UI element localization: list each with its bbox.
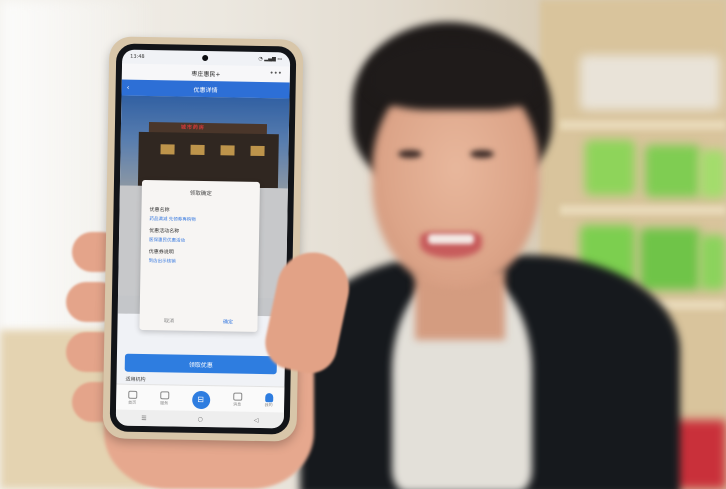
home-button-icon[interactable]: ○ [198, 415, 203, 422]
nav-item-profile[interactable]: 我的 [265, 393, 273, 408]
dialog-field-value: 到店出示核销 [148, 259, 176, 265]
section-label: 适用机构 [125, 376, 146, 384]
cancel-button[interactable]: 取消 [164, 317, 174, 324]
hair-fringe [368, 40, 540, 110]
app-title: 枣庄惠民+ [191, 70, 221, 78]
dialog-title: 领取确定 [189, 190, 212, 198]
profile-icon [264, 393, 273, 403]
nav-label: 消息 [233, 401, 242, 407]
back-arrow-icon[interactable]: ‹ [127, 84, 130, 92]
scan-icon: ⊟ [191, 390, 210, 409]
camera-icon [202, 54, 209, 62]
nav-label: 首页 [128, 399, 137, 405]
dialog-field-label: 优惠名称 [149, 207, 170, 214]
nav-item-messages[interactable]: 消息 [232, 392, 242, 408]
nav-label: 我的 [264, 402, 273, 408]
nav-label: 服务 [160, 400, 169, 406]
right-eye [470, 150, 494, 158]
phone-screen: 13:48 ◔ ▂▄▆ ▭ 枣庄惠民+ ••• ‹ 优惠详情 城市药房 领取确定… [115, 49, 291, 429]
dialog-field-label: 优惠活动名称 [149, 228, 180, 235]
dialog-buttons: 取消 确定 [140, 317, 258, 326]
smartphone: 13:48 ◔ ▂▄▆ ▭ 枣庄惠民+ ••• ‹ 优惠详情 城市药房 领取确定… [102, 36, 304, 442]
nav-item-home[interactable]: 首页 [127, 390, 137, 406]
menu-icon[interactable]: ☰ [141, 414, 147, 421]
status-time: 13:48 [130, 53, 145, 60]
nav-item-center[interactable]: ⊟ [191, 390, 210, 409]
dialog-field-label: 优惠券说明 [148, 249, 174, 256]
message-icon [232, 392, 242, 401]
dialog-field-value: 药品满减 先领券再购物 [149, 217, 196, 223]
dialog-field-value: 医保惠民优惠活动 [148, 238, 186, 244]
status-icons: ◔ ▂▄▆ ▭ [258, 55, 283, 63]
more-icon[interactable]: ••• [269, 69, 282, 77]
nav-item-service[interactable]: 服务 [159, 391, 169, 406]
back-icon[interactable]: ◁ [254, 416, 259, 423]
page-title: 优惠详情 [193, 86, 218, 94]
claim-coupon-button[interactable]: 领取优惠 [124, 353, 277, 375]
system-nav-bar: ☰ ○ ◁ [115, 409, 284, 429]
service-icon [159, 391, 169, 400]
phone-bezel: 13:48 ◔ ▂▄▆ ▭ 枣庄惠民+ ••• ‹ 优惠详情 城市药房 领取确定… [109, 43, 297, 435]
teeth [428, 234, 474, 244]
confirm-button[interactable]: 确定 [223, 318, 233, 325]
home-icon [127, 390, 137, 399]
confirm-dialog: 领取确定 优惠名称 药品满减 先领券再购物 优惠活动名称 医保惠民优惠活动 优惠… [139, 179, 261, 332]
left-eye [398, 150, 422, 158]
